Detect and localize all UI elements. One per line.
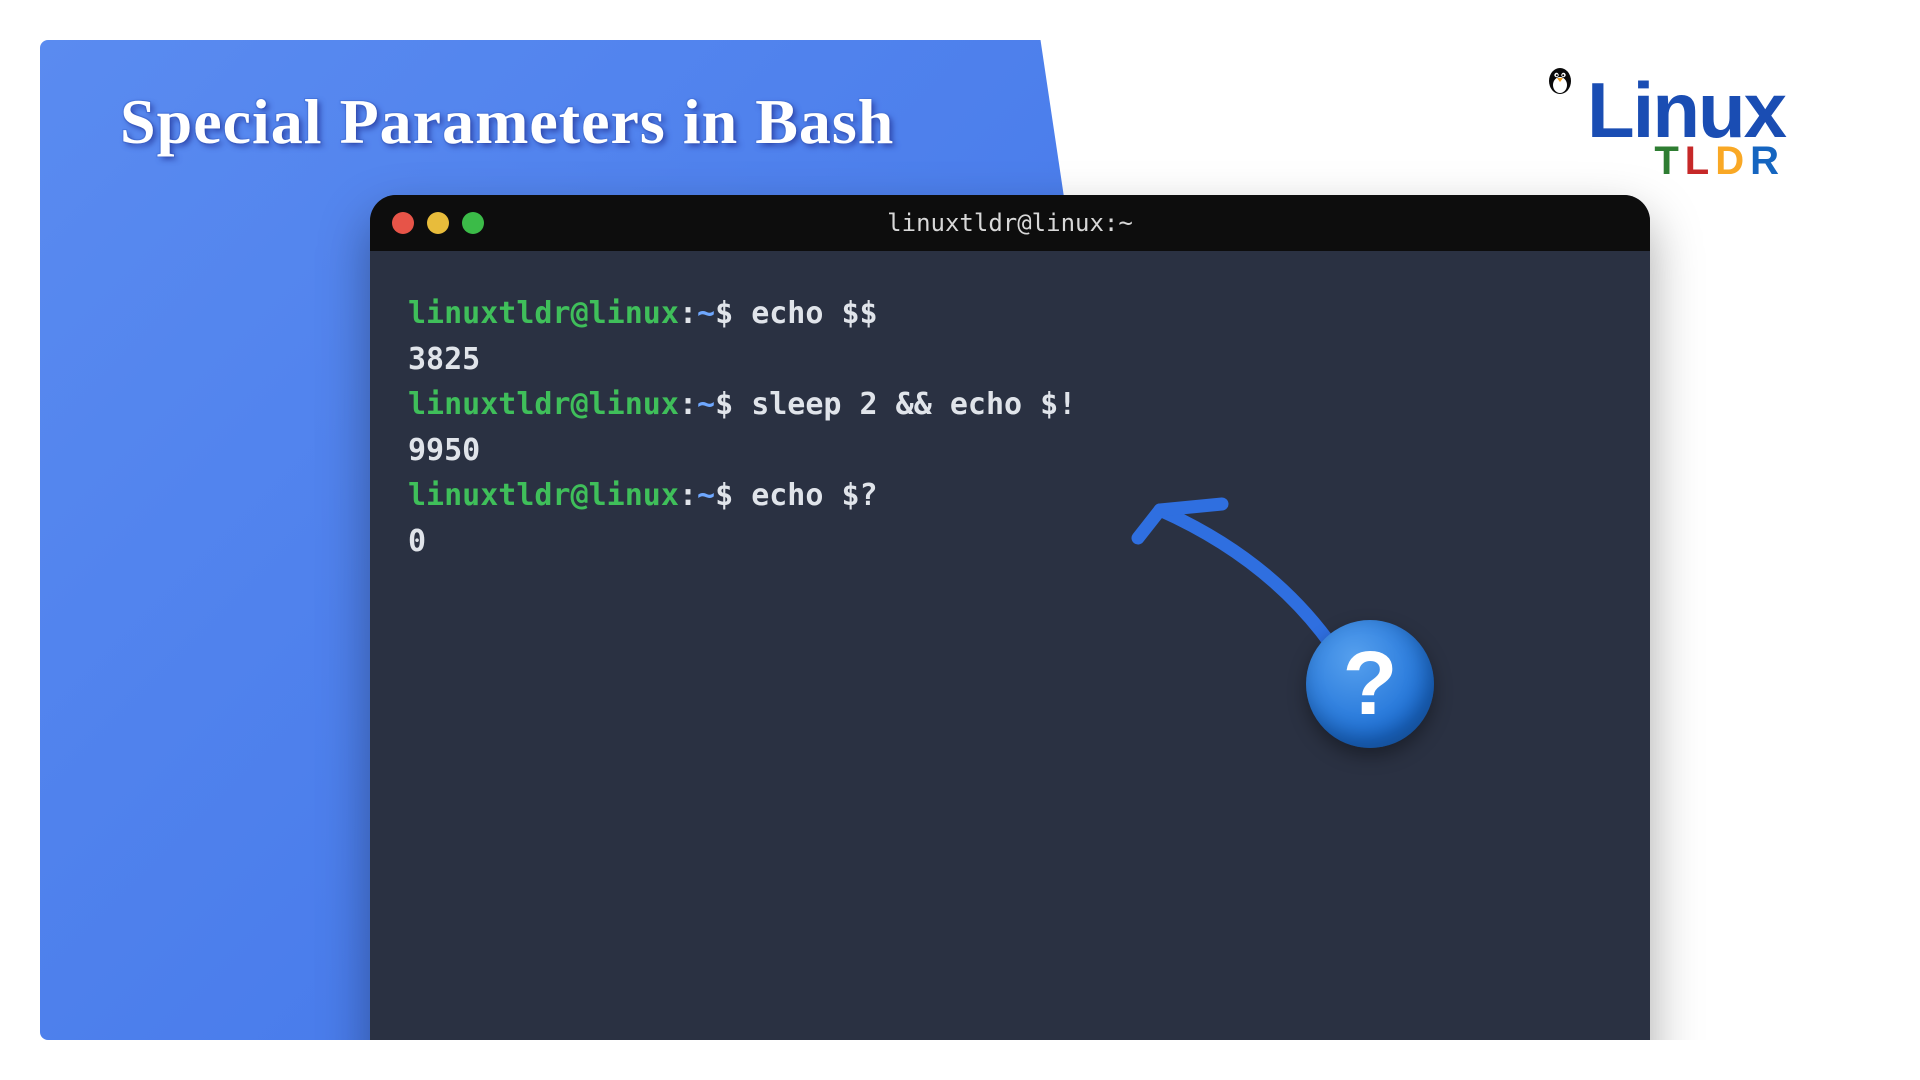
terminal-body[interactable]: linuxtldr@linux:~$ echo $$ 3825 linuxtld… <box>370 251 1650 605</box>
maximize-button[interactable] <box>462 212 484 234</box>
penguin-icon <box>1546 63 1574 95</box>
terminal-titlebar: linuxtldr@linux:~ <box>370 195 1650 251</box>
close-button[interactable] <box>392 212 414 234</box>
window-controls <box>392 212 484 234</box>
minimize-button[interactable] <box>427 212 449 234</box>
logo-main-text: Linux <box>1494 75 1785 145</box>
slide-title: Special Parameters in Bash <box>120 85 894 159</box>
command-text: echo $? <box>751 478 877 513</box>
command-text: sleep 2 && echo $! <box>751 387 1076 422</box>
question-badge: ? <box>1306 620 1434 748</box>
terminal-window: linuxtldr@linux:~ linuxtldr@linux:~$ ech… <box>370 195 1650 1040</box>
brand-logo: Linux TLDR <box>1494 75 1785 181</box>
output-text: 3825 <box>408 337 1612 383</box>
slide-canvas: Special Parameters in Bash Linux TLDR <box>40 40 1880 1040</box>
terminal-line: linuxtldr@linux:~$ echo $$ <box>408 291 1612 337</box>
command-text: echo $$ <box>751 296 877 331</box>
output-text: 9950 <box>408 428 1612 474</box>
terminal-title-text: linuxtldr@linux:~ <box>370 209 1650 237</box>
question-mark-icon: ? <box>1343 633 1398 736</box>
terminal-line: linuxtldr@linux:~$ sleep 2 && echo $! <box>408 382 1612 428</box>
terminal-line: linuxtldr@linux:~$ echo $? <box>408 473 1612 519</box>
output-text: 0 <box>408 519 1612 565</box>
logo-word-linux: Linux <box>1587 66 1785 154</box>
